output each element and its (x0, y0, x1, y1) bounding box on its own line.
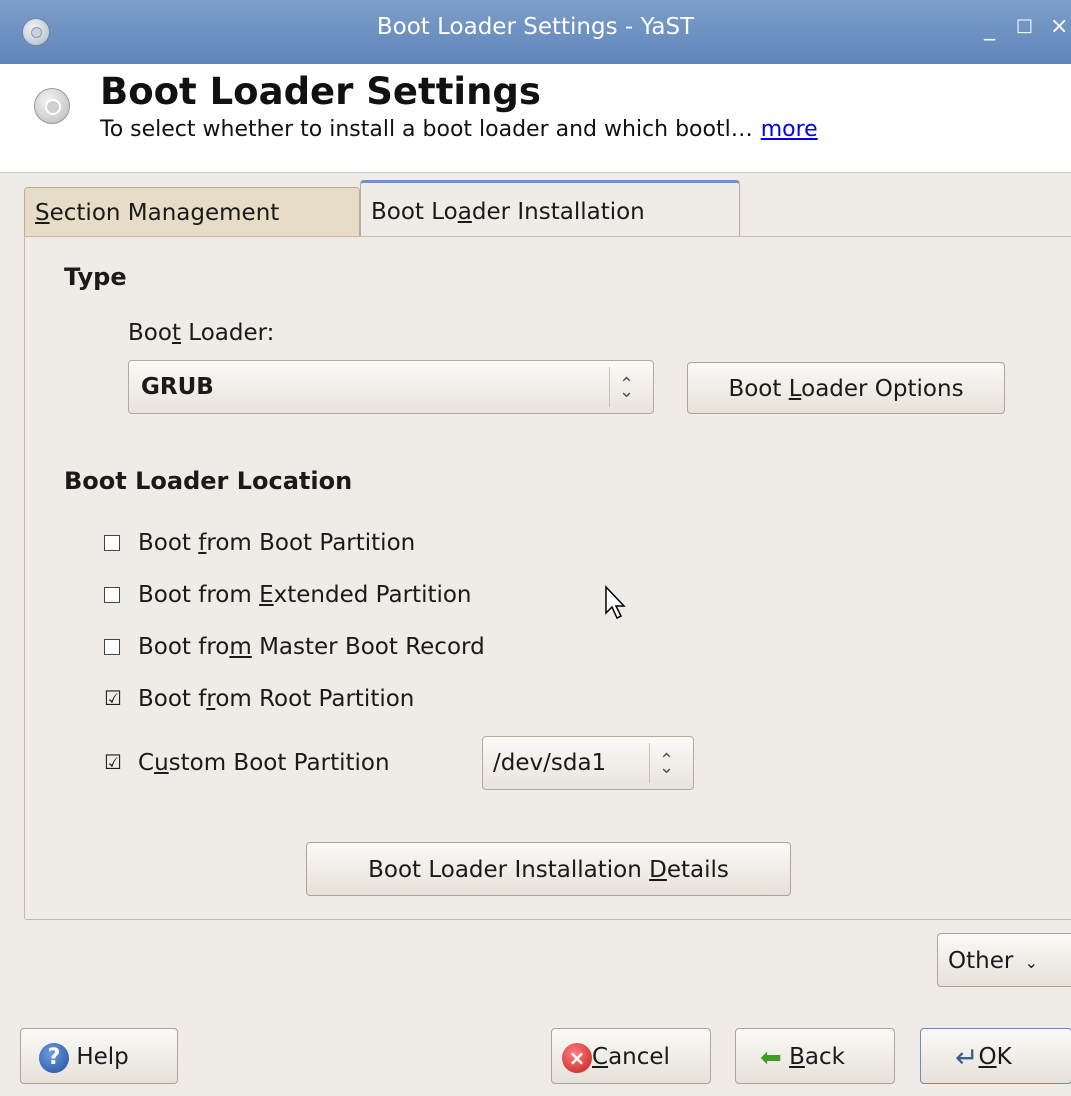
checkbox-label: Boot from Master Boot Record (138, 634, 485, 660)
label-part: xtended Partition (273, 582, 472, 608)
page-title: Boot Loader Settings (100, 70, 541, 113)
tab-label-part: der Installation (471, 199, 645, 225)
help-button[interactable]: ? Help (20, 1028, 178, 1084)
button-label-part: oader Options (801, 376, 964, 402)
tab-section-management[interactable]: Section Management (24, 187, 360, 237)
boot-loader-select[interactable]: GRUB ⌃ ⌄ (128, 360, 654, 414)
checkbox[interactable] (104, 587, 120, 603)
custom-partition-select[interactable]: /dev/sda1 ⌃ ⌄ (482, 736, 694, 790)
label-mnemonic: m (229, 634, 252, 660)
tab-label-part: ection Management (49, 200, 280, 226)
power-icon (34, 88, 70, 124)
tab-mnemonic: a (457, 199, 472, 225)
checkbox-label: Boot from Extended Partition (138, 582, 472, 608)
help-icon: ? (39, 1042, 69, 1073)
other-menu-button[interactable]: Other ⌄ (937, 933, 1071, 987)
more-link[interactable]: more (761, 117, 818, 142)
checkbox[interactable]: ☑ (104, 752, 122, 772)
label-part: om Root Partition (215, 686, 415, 712)
checkbox[interactable]: ☑ (104, 688, 122, 708)
button-mnemonic: D (649, 857, 667, 883)
label-part: Boot from (138, 582, 260, 608)
button-label-part: ack (804, 1044, 845, 1070)
cancel-icon: × (562, 1042, 592, 1073)
label-mnemonic: E (259, 582, 274, 608)
button-label-part: Boot Loader Installation (368, 857, 650, 883)
checkbox-boot-from-boot-partition[interactable]: Boot from Boot Partition (104, 528, 415, 558)
button-label-part: etails (666, 857, 729, 883)
label-part: Boot f (138, 686, 207, 712)
label-mnemonic: r (206, 686, 216, 712)
boot-loader-value: GRUB (141, 374, 214, 400)
label-part: Master Boot Record (251, 634, 485, 660)
tab-boot-loader-installation[interactable]: Boot Loader Installation (360, 180, 740, 237)
checkbox[interactable] (104, 639, 120, 655)
combo-separator (649, 743, 650, 783)
checkbox-boot-from-root-partition[interactable]: ☑ Boot from Root Partition (104, 684, 414, 714)
button-label-part: ancel (608, 1044, 670, 1070)
label-part: Boot (138, 530, 199, 556)
button-label-part: K (996, 1044, 1012, 1070)
ok-button[interactable]: ↵OK (920, 1028, 1071, 1084)
window-title: Boot Loader Settings - YaST (376, 14, 695, 40)
other-label: Other (948, 948, 1014, 974)
label-mnemonic: t (171, 320, 181, 346)
checkbox[interactable] (104, 535, 120, 551)
combo-separator (609, 367, 610, 407)
checkbox-boot-from-extended-partition[interactable]: Boot from Extended Partition (104, 580, 472, 610)
close-button[interactable]: × (1050, 14, 1068, 39)
label-part: Boot fro (138, 634, 230, 660)
label-part: Boo (128, 320, 172, 346)
checkbox-boot-from-mbr[interactable]: Boot from Master Boot Record (104, 632, 485, 662)
page-description: To select whether to install a boot load… (100, 117, 818, 142)
type-heading: Type (64, 263, 127, 291)
checkbox-custom-boot-partition[interactable]: ☑ Custom Boot Partition (104, 748, 390, 778)
button-mnemonic: C (592, 1044, 609, 1070)
description-text: To select whether to install a boot load… (100, 117, 753, 142)
back-arrow-icon: ⬅ (760, 1042, 782, 1073)
installation-details-button[interactable]: Boot Loader Installation Details (306, 842, 791, 896)
button-mnemonic: B (789, 1044, 805, 1070)
label-part: C (138, 750, 155, 776)
button-label-part: Boot (728, 376, 789, 402)
label-part: Loader: (180, 320, 275, 346)
window-titlebar[interactable]: Boot Loader Settings - YaST (0, 0, 1071, 65)
window-menu-icon[interactable] (22, 18, 50, 46)
boot-loader-options-button[interactable]: Boot Loader Options (687, 362, 1005, 414)
checkbox-label: Boot from Root Partition (138, 686, 414, 712)
button-mnemonic: L (788, 376, 802, 402)
cancel-button[interactable]: × Cancel (551, 1028, 711, 1084)
help-label: Help (76, 1044, 129, 1070)
boot-loader-label: Boot Loader: (128, 320, 274, 346)
chevron-down-icon: ⌄ (1024, 953, 1039, 972)
updown-arrows-icon: ⌄ (619, 381, 635, 402)
checkbox-label: Boot from Boot Partition (138, 530, 415, 556)
updown-arrows-icon: ⌄ (659, 757, 675, 778)
custom-partition-value: /dev/sda1 (493, 750, 607, 776)
checkbox-label: Custom Boot Partition (138, 750, 390, 776)
label-part: rom Boot Partition (206, 530, 416, 556)
tab-mnemonic: S (35, 200, 50, 226)
button-mnemonic: O (978, 1044, 997, 1070)
label-part: stom Boot Partition (168, 750, 390, 776)
back-button[interactable]: ⬅ Back (735, 1028, 895, 1084)
label-mnemonic: u (154, 750, 169, 776)
location-heading: Boot Loader Location (64, 467, 353, 495)
maximize-button[interactable]: □ (1016, 15, 1033, 36)
minimize-button[interactable]: _ (984, 16, 995, 41)
tab-label-part: Boot Lo (371, 199, 458, 225)
return-arrow-icon: ↵ (955, 1040, 979, 1074)
mouse-cursor-icon (605, 585, 626, 620)
